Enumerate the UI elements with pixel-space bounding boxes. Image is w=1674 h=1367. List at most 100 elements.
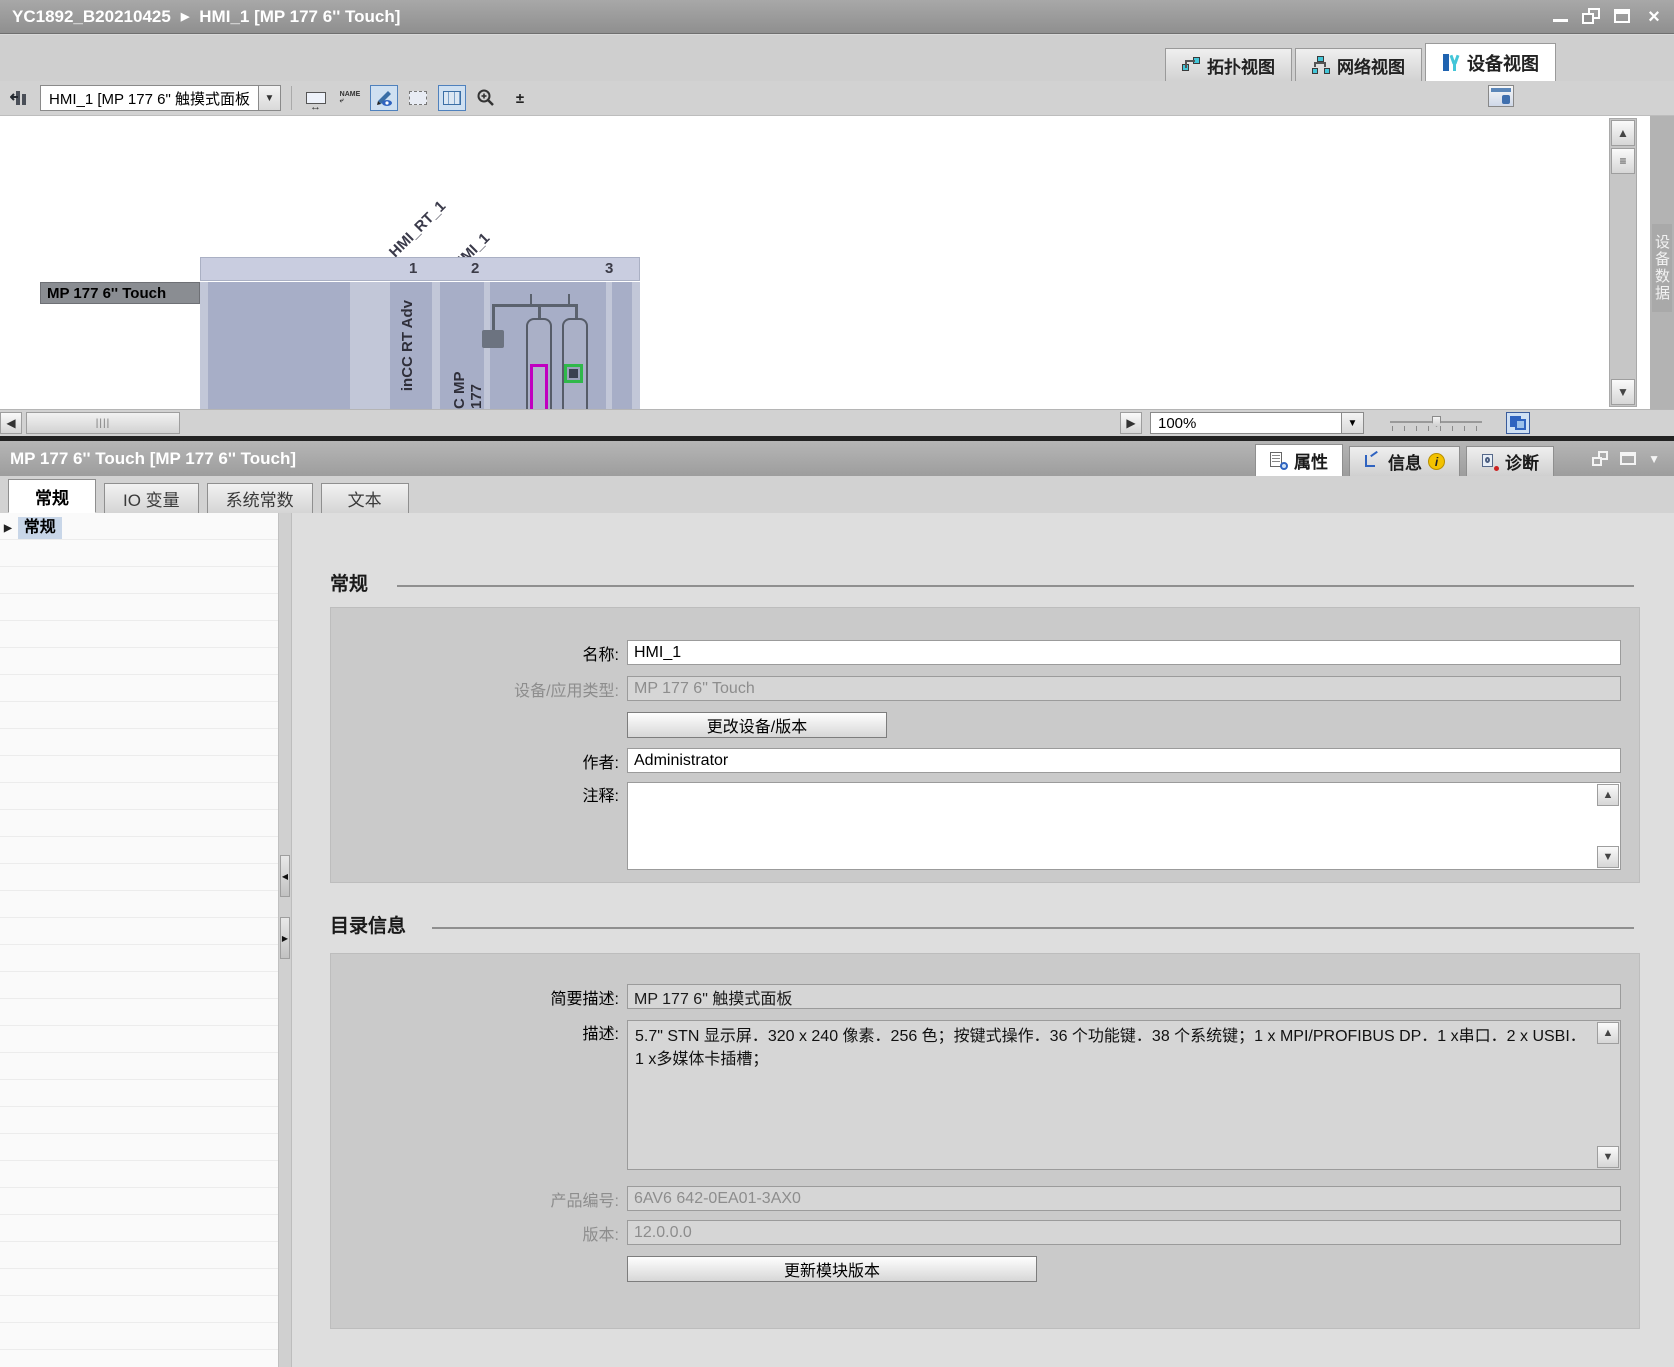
dashed-grid-icon xyxy=(409,91,427,105)
section-title-general: 常规 xyxy=(330,569,368,596)
hmi-device-module[interactable]: TOUCH xyxy=(208,282,350,409)
tab-network-view[interactable]: 网络视图 xyxy=(1295,48,1422,81)
canvas-bottom-bar: ◀ |||| ▶ 100% ▼ xyxy=(0,409,1674,436)
nav-form-splitter[interactable]: ◀ ▶ xyxy=(279,513,292,1367)
device-type-input xyxy=(627,676,1621,701)
info-badge-icon: i xyxy=(1428,453,1445,470)
highlight-io-button[interactable] xyxy=(370,85,398,111)
tab-device-view[interactable]: 设备视图 xyxy=(1425,43,1556,81)
split-editor-icon[interactable] xyxy=(1488,85,1514,107)
splitter-collapse-right-icon[interactable]: ▶ xyxy=(280,917,290,959)
minimize-icon[interactable] xyxy=(1553,10,1568,22)
device-view-toolbar: HMI_1 [MP 177 6" 触摸式面板 ▼ NAME⤶ ± xyxy=(0,81,1674,116)
nav-item-general[interactable]: ▶ 常规 xyxy=(4,517,62,539)
scroll-left-icon[interactable]: ◀ xyxy=(0,412,22,434)
go-online-icon[interactable] xyxy=(6,85,34,111)
view-tab-band: 拓扑视图 网络视图 设备视图 xyxy=(0,35,1674,81)
zoom-slider[interactable] xyxy=(1390,416,1482,432)
breadcrumb-project[interactable]: YC1892_B20210425 xyxy=(12,7,171,27)
order-number-input xyxy=(627,1186,1621,1211)
splitter-collapse-left-icon[interactable]: ◀ xyxy=(280,855,290,897)
inspector-collapse-icon[interactable]: ▼ xyxy=(1648,452,1660,466)
show-table-button[interactable] xyxy=(438,85,466,111)
breadcrumb-device[interactable]: HMI_1 [MP 177 6'' Touch] xyxy=(199,7,400,27)
runtime-module[interactable]: inCC RT Adv xyxy=(390,282,432,409)
show-addresses-button[interactable] xyxy=(404,85,432,111)
dropdown-arrow-icon[interactable]: ▼ xyxy=(258,86,280,110)
comment-scroll-up-icon[interactable]: ▲ xyxy=(1597,784,1619,806)
save-layout-button[interactable]: ± xyxy=(506,85,534,111)
description-scroll-down-icon[interactable]: ▼ xyxy=(1597,1146,1619,1168)
property-tab-bar: 常规 IO 变量 系统常数 文本 xyxy=(0,476,1674,513)
device-selector-dropdown[interactable]: HMI_1 [MP 177 6" 触摸式面板 ▼ xyxy=(40,85,281,111)
tab-properties[interactable]: 属性 xyxy=(1255,444,1343,476)
tab-system-constants[interactable]: 系统常数 xyxy=(207,483,313,513)
description-scroll-up-icon[interactable]: ▲ xyxy=(1597,1022,1619,1044)
catalog-section-box: 简要描述: 描述: 5.7" STN 显示屏．320 x 240 像素．256 … xyxy=(330,953,1640,1329)
scroll-up-icon[interactable]: ▲ xyxy=(1611,120,1635,146)
comment-label: 注释: xyxy=(331,782,627,806)
magnifier-plus-icon xyxy=(476,88,496,108)
tab-topology-view[interactable]: 拓扑视图 xyxy=(1165,48,1292,81)
slot-number-1: 1 xyxy=(409,260,417,277)
port-tick-2 xyxy=(568,294,570,304)
device-type-label: 设备/应用类型: xyxy=(331,677,627,701)
zoom-tool-button[interactable] xyxy=(472,85,500,111)
tab-diagnostics[interactable]: 诊断 xyxy=(1466,446,1554,476)
description-label: 描述: xyxy=(331,1020,627,1044)
show-module-widths-button[interactable] xyxy=(302,85,330,111)
inspector-title: MP 177 6'' Touch [MP 177 6'' Touch] xyxy=(10,449,296,469)
selected-device-tag[interactable]: MP 177 6'' Touch xyxy=(40,282,200,304)
horizontal-scroll-thumb[interactable]: |||| xyxy=(26,412,180,434)
inspector-restore-icon[interactable] xyxy=(1592,451,1608,466)
tab-device-data[interactable]: 设备数据 xyxy=(1652,224,1672,312)
short-description-input xyxy=(627,984,1621,1009)
maximize-icon[interactable] xyxy=(1614,9,1630,23)
canvas-vertical-scrollbar[interactable]: ▲ ≡ ▼ xyxy=(1609,118,1637,407)
show-labels-button[interactable]: NAME⤶ xyxy=(336,85,364,111)
author-input[interactable] xyxy=(627,748,1621,773)
scroll-right-icon[interactable]: ▶ xyxy=(1120,412,1142,434)
name-label: 名称: xyxy=(331,641,627,665)
property-nav-pane[interactable]: ▶ 常规 xyxy=(0,513,279,1367)
short-description-label: 简要描述: xyxy=(331,985,627,1009)
overview-icon[interactable]: ≡ xyxy=(1611,148,1635,174)
window-title-bar: YC1892_B20210425 ▶ HMI_1 [MP 177 6'' Tou… xyxy=(0,0,1674,34)
expand-arrow-icon[interactable]: ▶ xyxy=(4,523,12,534)
tab-general[interactable]: 常规 xyxy=(8,479,96,513)
property-form: 常规 名称: 设备/应用类型: 更改设备/版本 作者: 注释: xyxy=(292,513,1674,1367)
runtime-object-label[interactable]: HMI_RT_1 xyxy=(386,198,449,261)
device-module-text: C MP 177 xyxy=(451,344,485,409)
tab-io-tags[interactable]: IO 变量 xyxy=(104,483,199,513)
diagnostics-icon xyxy=(1481,453,1499,471)
inspector-list-icon[interactable] xyxy=(1620,452,1636,465)
breadcrumb-separator-icon: ▶ xyxy=(181,10,189,23)
device-view-canvas[interactable]: HMI_RT_1 HMI_1 1 2 3 TOUCH inCC RT Adv C… xyxy=(0,116,1650,409)
comment-scroll-down-icon[interactable]: ▼ xyxy=(1597,846,1619,868)
rack-module-row: TOUCH inCC RT Adv C MP 177 xyxy=(200,282,640,409)
version-label: 版本: xyxy=(331,1221,627,1245)
zoom-level-value: 100% xyxy=(1151,415,1341,432)
device-module[interactable]: C MP 177 xyxy=(440,282,484,409)
comment-textarea[interactable]: ▲ ▼ xyxy=(627,782,1621,870)
name-input[interactable] xyxy=(627,640,1621,665)
close-icon[interactable]: × xyxy=(1644,7,1664,25)
description-box[interactable]: 5.7" STN 显示屏．320 x 240 像素．256 色；按键式操作．36… xyxy=(627,1020,1621,1170)
name-label-icon: NAME⤶ xyxy=(340,92,361,104)
tab-texts[interactable]: 文本 xyxy=(321,483,409,513)
zoom-level-dropdown[interactable]: 100% ▼ xyxy=(1150,412,1364,434)
change-device-version-button[interactable]: 更改设备/版本 xyxy=(627,712,887,738)
right-task-band: 设备数据 xyxy=(1650,116,1674,409)
rack-slot-header: 1 2 3 xyxy=(200,257,640,281)
properties-icon xyxy=(1270,452,1288,470)
restore-icon[interactable] xyxy=(1582,8,1600,24)
description-text: 5.7" STN 显示屏．320 x 240 像素．256 色；按键式操作．36… xyxy=(635,1028,1586,1068)
inspector-body: ▶ 常规 ◀ ▶ 常规 名称: 设备/应用类型: 更改设备/版本 作者: xyxy=(0,513,1674,1367)
fit-to-window-icon[interactable] xyxy=(1506,412,1530,434)
zoom-dropdown-arrow-icon[interactable]: ▼ xyxy=(1341,413,1363,433)
section-title-catalog: 目录信息 xyxy=(330,911,406,938)
mpi-port-highlight xyxy=(530,364,548,409)
tab-info[interactable]: 信息 i xyxy=(1349,446,1460,476)
update-module-version-button[interactable]: 更新模块版本 xyxy=(627,1256,1037,1282)
scroll-down-icon[interactable]: ▼ xyxy=(1611,379,1635,405)
